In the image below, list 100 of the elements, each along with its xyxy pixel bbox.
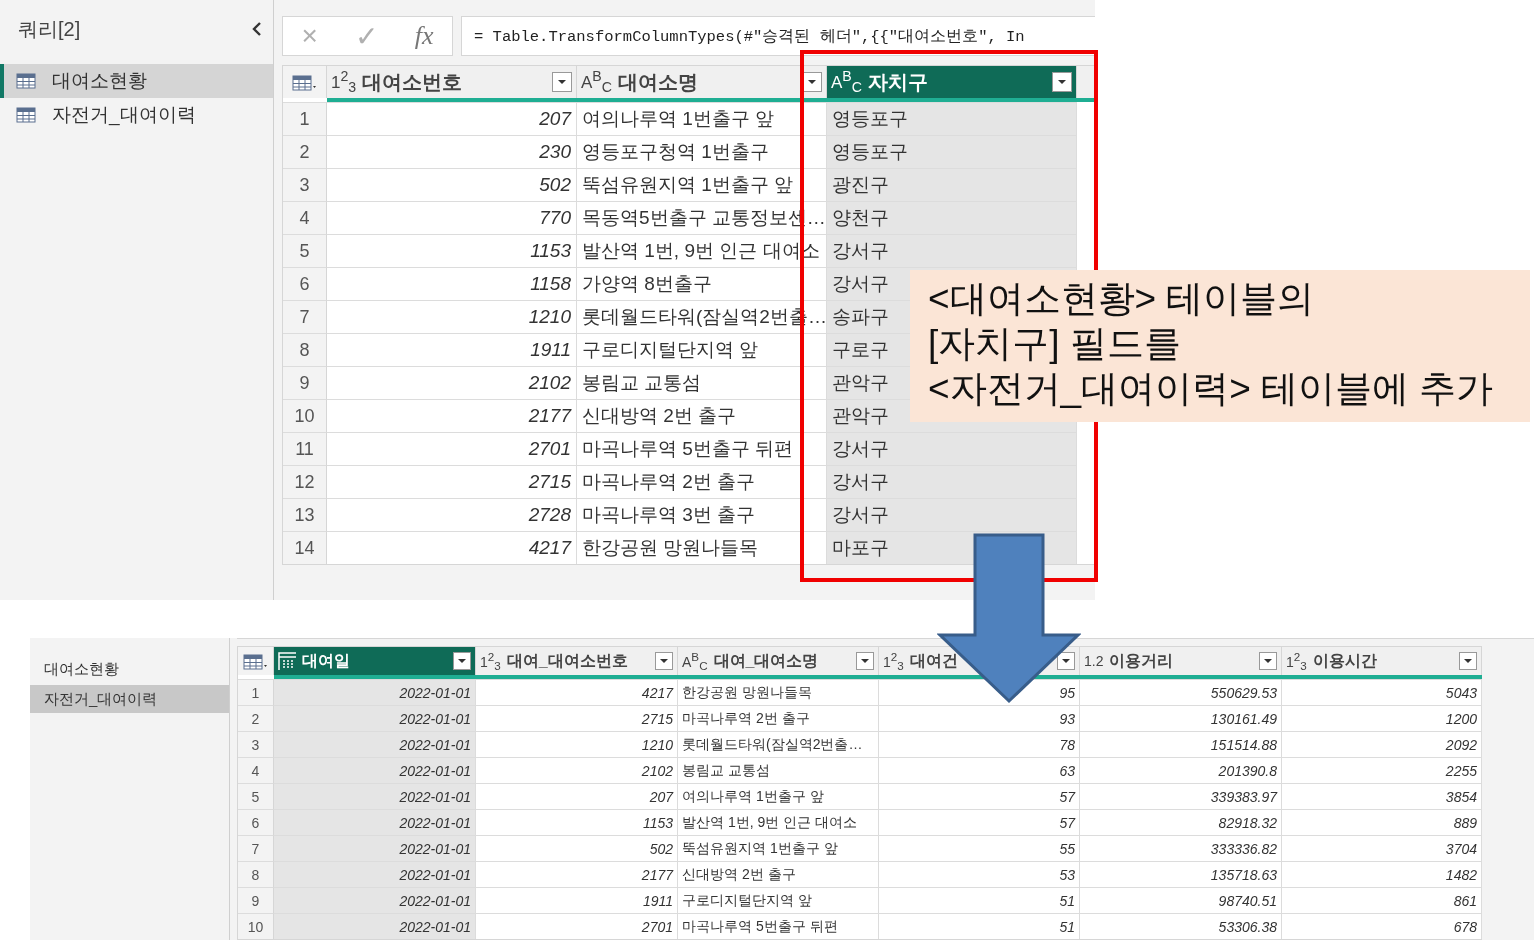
table-cell: 강서구	[827, 465, 1077, 498]
row-number: 13	[283, 498, 327, 531]
table-cell: 신대방역 2번 출구	[678, 861, 879, 887]
table-cell: 3854	[1282, 783, 1482, 809]
table-cell: 2255	[1282, 757, 1482, 783]
query-item[interactable]: 자전거_대여이력	[0, 98, 273, 132]
table-cell: 1153	[476, 809, 678, 835]
table-cell: 57	[879, 783, 1080, 809]
table-cell: 1158	[327, 267, 577, 300]
table-cell: 2022-01-01	[274, 705, 476, 731]
table-cell: 강서구	[827, 498, 1077, 531]
column-header[interactable]: 1.2 이용거리	[1080, 647, 1282, 675]
table-cell: 770	[327, 201, 577, 234]
row-number: 1	[238, 679, 274, 705]
column-label: 자치구	[868, 69, 930, 95]
row-number: 10	[283, 399, 327, 432]
table-cell: 4217	[327, 531, 577, 564]
column-header[interactable]: 1$^{2}$$_{3}$ 대여소번호	[327, 66, 577, 98]
table-cell: 53306.38	[1080, 913, 1282, 939]
table-cell: 502	[327, 168, 577, 201]
data-type-label: 1.2	[1084, 653, 1104, 669]
table-cell: 207	[327, 102, 577, 135]
table-cell: 양천구	[827, 201, 1077, 234]
table-cell: 한강공원 망원나들목	[678, 679, 879, 705]
table-cell: 51	[879, 913, 1080, 939]
column-header[interactable]: 1$^{2}$$_{3}$ 대여_대여소번호	[476, 647, 678, 675]
table-cell: 2701	[476, 913, 678, 939]
table-cell: 1200	[1282, 705, 1482, 731]
row-number: 6	[238, 809, 274, 835]
column-header[interactable]: 1$^{2}$$_{3}$ 이용시간	[1282, 647, 1482, 675]
table-cell: 2022-01-01	[274, 861, 476, 887]
table-cell: 1210	[327, 300, 577, 333]
table-cell: 1482	[1282, 861, 1482, 887]
row-number: 11	[283, 432, 327, 465]
column-header[interactable]: 대여일	[274, 647, 476, 675]
table-cell: 2022-01-01	[274, 679, 476, 705]
formula-field[interactable]: = Table.TransformColumnTypes(#"승격된 헤더",{{"대여소번호", In	[461, 16, 1095, 56]
table-cell: 2022-01-01	[274, 835, 476, 861]
row-number: 2	[283, 135, 327, 168]
column-label: 이용시간	[1312, 650, 1378, 671]
table-cell: 151514.88	[1080, 731, 1282, 757]
table-cell: 2022-01-01	[274, 913, 476, 939]
table-cell: 63	[879, 757, 1080, 783]
table-cell: 2092	[1282, 731, 1482, 757]
table-cell: 2728	[327, 498, 577, 531]
table-cell: 130161.49	[1080, 705, 1282, 731]
table-cell: 2177	[476, 861, 678, 887]
table-cell: 발산역 1번, 9번 인근 대여소	[678, 809, 879, 835]
table-cell: 339383.97	[1080, 783, 1282, 809]
column-label: 대여건	[909, 650, 959, 671]
table-cell: 4217	[476, 679, 678, 705]
row-number: 6	[283, 267, 327, 300]
row-number: 7	[283, 300, 327, 333]
table-cell: 2715	[476, 705, 678, 731]
row-number: 8	[238, 861, 274, 887]
column-header[interactable]: A$^{B}$$_{C}$ 자치구	[827, 66, 1077, 98]
column-label: 대여소번호	[362, 69, 464, 95]
table-cell: 마곡나루역 2번 출구	[678, 705, 879, 731]
table-cell: 201390.8	[1080, 757, 1282, 783]
column-label: 대여일	[302, 650, 351, 671]
annotation-callout: <대여소현황> 테이블의 [자치구] 필드를 <자전거_대여이력> 테이블에 추가	[910, 270, 1530, 422]
table-cell: 82918.32	[1080, 809, 1282, 835]
row-number: 10	[238, 913, 274, 939]
table-cell: 2102	[327, 366, 577, 399]
query-item[interactable]: 자전거_대여이력	[30, 685, 229, 713]
table-cell: 2715	[327, 465, 577, 498]
table-cell: 구로디지털단지역 앞	[678, 887, 879, 913]
table-cell: 마곡나루역 5번출구 뒤편	[678, 913, 879, 939]
table-cell: 롯데월드타워(잠실역2번출…	[678, 731, 879, 757]
row-number: 5	[238, 783, 274, 809]
panel-title: 쿼리[2]	[18, 16, 81, 42]
insert-function-button[interactable]: fx	[414, 21, 434, 51]
table-cell: 51	[879, 887, 1080, 913]
table-cell: 502	[476, 835, 678, 861]
row-number: 3	[283, 168, 327, 201]
column-label: 대여_대여소번호	[506, 650, 629, 671]
row-number: 1	[283, 102, 327, 135]
table-cell: 93	[879, 705, 1080, 731]
table-cell: 889	[1282, 809, 1482, 835]
column-label: 대여소명	[618, 69, 700, 95]
table-cell: 봉림교 교통섬	[678, 757, 879, 783]
table-cell: 2022-01-01	[274, 887, 476, 913]
table-cell: 678	[1282, 913, 1482, 939]
column-header[interactable]: A$^{B}$$_{C}$ 대여_대여소명	[678, 647, 879, 675]
column-header[interactable]: A$^{B}$$_{C}$ 대여소명	[577, 66, 827, 98]
row-number: 3	[238, 731, 274, 757]
table-cell: 78	[879, 731, 1080, 757]
row-number: 8	[283, 333, 327, 366]
table-cell: 135718.63	[1080, 861, 1282, 887]
query-item[interactable]: 대여소현황	[0, 64, 273, 98]
query-item[interactable]: 대여소현황	[30, 655, 229, 683]
table-cell: 2022-01-01	[274, 757, 476, 783]
table-cell: 1911	[476, 887, 678, 913]
table-cell: 영등포구	[827, 102, 1077, 135]
table-cell: 57	[879, 809, 1080, 835]
table-cell: 333336.82	[1080, 835, 1282, 861]
row-number: 9	[283, 366, 327, 399]
row-number: 5	[283, 234, 327, 267]
table-cell: 1911	[327, 333, 577, 366]
table-cell: 53	[879, 861, 1080, 887]
